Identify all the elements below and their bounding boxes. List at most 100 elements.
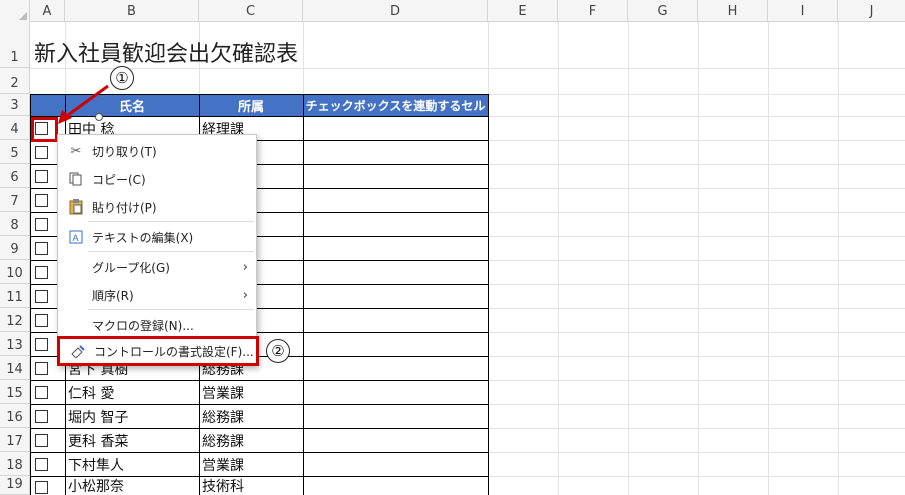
table-border: [303, 94, 304, 495]
gridline: [628, 22, 629, 495]
spreadsheet: A B C D E F G H I J 1 2 3 4 5 6 7 8 9 10…: [0, 0, 905, 495]
menu-item-copy[interactable]: コピー(C): [58, 165, 258, 193]
checkbox-row-5[interactable]: [35, 146, 48, 159]
scissors-icon: ✂: [70, 143, 82, 159]
row-header-19[interactable]: 19: [0, 476, 30, 495]
table-border: [488, 94, 489, 495]
select-all-corner[interactable]: [0, 0, 30, 22]
checkbox-row-17[interactable]: [35, 434, 48, 447]
menu-item-assign-macro[interactable]: マクロの登録(N)...: [58, 311, 258, 339]
gridline: [30, 68, 905, 69]
pointer-arrow-icon: [58, 84, 109, 124]
checkbox-row-16[interactable]: [35, 410, 48, 423]
context-menu: ✂ 切り取り(T) コピー(C) 貼り付け(P) A テキストの編集(X) グル…: [57, 134, 259, 366]
row-header-11[interactable]: 11: [0, 284, 30, 308]
sheet-title: 新入社員歓迎会出欠確認表: [34, 42, 299, 67]
checkbox-row-18[interactable]: [35, 458, 48, 471]
svg-text:A: A: [73, 233, 79, 243]
cell-dept-row-16[interactable]: 総務課: [202, 405, 244, 428]
menu-separator: [88, 251, 254, 252]
cell-name-row-16[interactable]: 堀内 智子: [68, 405, 128, 428]
column-header-b[interactable]: B: [65, 0, 199, 22]
column-header-j[interactable]: J: [838, 0, 905, 22]
row-header-10[interactable]: 10: [0, 260, 30, 284]
menu-item-paste-label: 貼り付け(P): [92, 200, 157, 215]
row-header-5[interactable]: 5: [0, 140, 30, 164]
column-header-i[interactable]: I: [768, 0, 838, 22]
row-header-4[interactable]: 4: [0, 116, 30, 140]
row-header-7[interactable]: 7: [0, 188, 30, 212]
header-dept[interactable]: 所属: [199, 94, 303, 116]
checkbox-row-8[interactable]: [35, 218, 48, 231]
column-header-e[interactable]: E: [488, 0, 558, 22]
copy-icon: [68, 171, 84, 187]
row-header-14[interactable]: 14: [0, 356, 30, 380]
row-header-15[interactable]: 15: [0, 380, 30, 404]
row-header-8[interactable]: 8: [0, 212, 30, 236]
cell-name-row-15[interactable]: 仁科 愛: [68, 381, 114, 404]
checkbox-row-15[interactable]: [35, 386, 48, 399]
menu-item-assign-macro-label: マクロの登録(N)...: [92, 318, 194, 333]
checkbox-row-9[interactable]: [35, 242, 48, 255]
menu-item-format-control-label: コントロールの書式設定(F)...: [94, 344, 254, 359]
menu-item-copy-label: コピー(C): [92, 172, 146, 187]
edit-text-icon: A: [68, 229, 84, 245]
cell-dept-row-18[interactable]: 営業課: [202, 453, 244, 476]
row-header-13[interactable]: 13: [0, 332, 30, 356]
menu-item-edit-text[interactable]: A テキストの編集(X): [58, 223, 258, 251]
cell-dept-row-17[interactable]: 総務課: [202, 429, 244, 452]
menu-item-order[interactable]: 順序(R) ›: [58, 281, 258, 309]
row-header-16[interactable]: 16: [0, 404, 30, 428]
row-header-6[interactable]: 6: [0, 164, 30, 188]
checkbox-row-7[interactable]: [35, 194, 48, 207]
checkbox-row-12[interactable]: [35, 314, 48, 327]
checkbox-row-11[interactable]: [35, 290, 48, 303]
row-header-2[interactable]: 2: [0, 68, 30, 94]
row-header-12[interactable]: 12: [0, 308, 30, 332]
gridline: [698, 22, 699, 495]
cell-dept-row-15[interactable]: 営業課: [202, 381, 244, 404]
row-header-1[interactable]: 1: [0, 22, 30, 68]
column-header-c[interactable]: C: [199, 0, 303, 22]
menu-item-format-control[interactable]: コントロールの書式設定(F)...: [57, 336, 259, 366]
column-header-row: A B C D E F G H I J: [0, 0, 905, 22]
checkbox-row-6[interactable]: [35, 170, 48, 183]
menu-item-cut[interactable]: ✂ 切り取り(T): [58, 137, 258, 165]
column-header-f[interactable]: F: [558, 0, 628, 22]
menu-separator: [88, 221, 254, 222]
checkbox-row-14[interactable]: [35, 362, 48, 375]
row-header-3[interactable]: 3: [0, 94, 30, 116]
checkbox-row-19[interactable]: [35, 481, 48, 494]
cell-name-row-18[interactable]: 下村隼人: [68, 453, 124, 476]
chevron-right-icon: ›: [242, 259, 248, 275]
row-header-9[interactable]: 9: [0, 236, 30, 260]
cell-name-row-19[interactable]: 小松那奈: [68, 477, 124, 495]
menu-item-paste[interactable]: 貼り付け(P): [58, 193, 258, 221]
chevron-right-icon: ›: [242, 287, 248, 303]
menu-item-group[interactable]: グループ化(G) ›: [58, 253, 258, 281]
gridline: [768, 22, 769, 495]
step-1-badge: ①: [110, 66, 134, 90]
menu-item-order-label: 順序(R): [92, 288, 134, 303]
row-header-18[interactable]: 18: [0, 452, 30, 476]
column-header-a[interactable]: A: [30, 0, 65, 22]
header-linked-cell[interactable]: チェックボックスを連動するセル: [303, 94, 488, 116]
paste-icon: [68, 199, 84, 215]
checkbox-row-10[interactable]: [35, 266, 48, 279]
row-header-17[interactable]: 17: [0, 428, 30, 452]
checkbox-row-13[interactable]: [35, 338, 48, 351]
menu-item-edit-text-label: テキストの編集(X): [92, 230, 194, 245]
menu-item-group-label: グループ化(G): [92, 260, 170, 275]
step-2-badge: ②: [266, 339, 290, 363]
gridline: [838, 22, 839, 495]
column-header-d[interactable]: D: [303, 0, 488, 22]
menu-item-cut-label: 切り取り(T): [92, 144, 157, 159]
column-header-g[interactable]: G: [628, 0, 698, 22]
cell-name-row-17[interactable]: 更科 香菜: [68, 429, 128, 452]
column-header-h[interactable]: H: [698, 0, 768, 22]
menu-separator: [88, 309, 254, 310]
format-control-icon: [70, 343, 86, 359]
table-border: [30, 94, 31, 495]
cell-dept-row-19[interactable]: 技術科: [202, 477, 244, 495]
gridline: [558, 22, 559, 495]
